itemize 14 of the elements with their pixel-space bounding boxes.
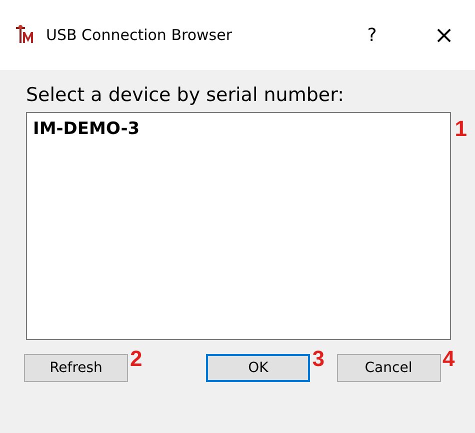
callout-number: 3: [312, 346, 324, 372]
callout-number: 2: [130, 346, 142, 372]
callout-number: 1: [454, 116, 467, 142]
callout-number: 4: [442, 346, 455, 372]
device-list[interactable]: IM-DEMO-3: [26, 112, 451, 340]
app-logo-icon: [14, 24, 36, 46]
window-title: USB Connection Browser: [46, 26, 233, 44]
help-button[interactable]: ?: [341, 15, 403, 55]
close-button[interactable]: ×: [413, 15, 475, 55]
dialog-button[interactable]: Cancel: [336, 354, 440, 382]
device-list-item[interactable]: IM-DEMO-3: [31, 117, 446, 141]
dialog-button[interactable]: Refresh: [24, 354, 128, 382]
dialog-button[interactable]: OK: [206, 354, 310, 382]
prompt-label: Select a device by serial number:: [26, 84, 345, 106]
